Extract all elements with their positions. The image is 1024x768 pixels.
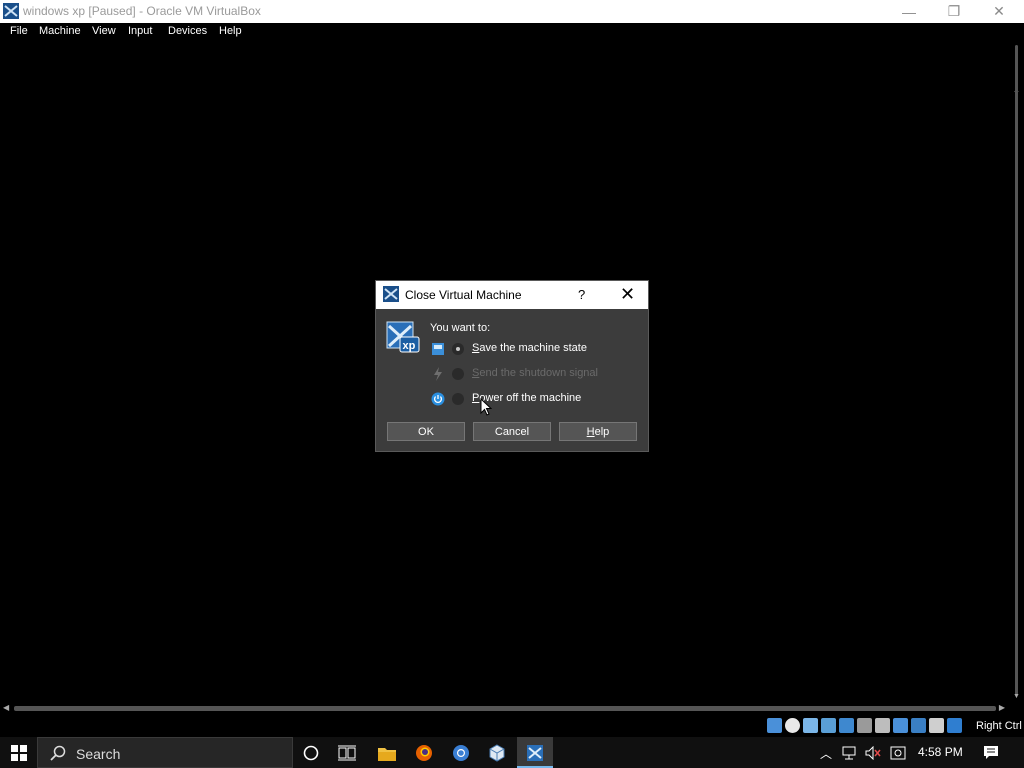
windows-logo-icon xyxy=(10,744,27,761)
cpu-icon[interactable] xyxy=(911,718,926,733)
label-shutdown-signal: Send the shutdown signal xyxy=(472,367,598,379)
network-tray-icon[interactable] xyxy=(842,746,858,760)
menu-input[interactable]: Input xyxy=(128,25,152,37)
close-button[interactable]: ✕ xyxy=(976,0,1022,23)
dialog-titlebar: Close Virtual Machine ? ✕ xyxy=(376,281,648,309)
shared-folders-icon[interactable] xyxy=(857,718,872,733)
cancel-button[interactable]: Cancel xyxy=(473,422,551,441)
taskbar-search-box[interactable]: Search xyxy=(37,737,293,768)
vm-status-bar: Right Ctrl xyxy=(0,715,1024,737)
window-titlebar: windows xp [Paused] - Oracle VM VirtualB… xyxy=(0,0,1024,23)
dialog-help-button[interactable]: ? xyxy=(578,287,585,302)
scroll-left-icon[interactable]: ◀ xyxy=(3,703,9,712)
dialog-close-button[interactable]: ✕ xyxy=(620,284,635,305)
file-explorer-icon[interactable] xyxy=(376,742,398,764)
taskbar-clock[interactable]: 4:58 PM xyxy=(918,745,963,759)
option-power-off[interactable]: Power off the machine xyxy=(431,390,631,410)
windows-taskbar: Search ︿ 4:58 PM xyxy=(0,737,1024,768)
restore-button[interactable]: ❐ xyxy=(931,0,977,23)
mouse-integration-icon[interactable] xyxy=(929,718,944,733)
save-state-icon xyxy=(432,343,444,355)
option-save-state[interactable]: Save the machine state xyxy=(431,340,631,360)
help-button[interactable]: Help xyxy=(559,422,637,441)
audio-icon[interactable] xyxy=(803,718,818,733)
power-off-icon xyxy=(431,392,445,406)
horizontal-scrollbar[interactable]: ◀ ▶ xyxy=(0,702,1011,715)
cortana-icon[interactable] xyxy=(300,742,322,764)
horizontal-scroll-thumb[interactable] xyxy=(14,706,996,711)
radio-power-off[interactable] xyxy=(452,393,464,405)
dialog-prompt: You want to: xyxy=(430,322,491,334)
menu-view[interactable]: View xyxy=(92,25,116,37)
usb-icon[interactable] xyxy=(839,718,854,733)
shutdown-signal-icon xyxy=(434,367,442,381)
virtualbox-dialog-icon xyxy=(383,286,399,302)
minimize-icon: — xyxy=(902,3,916,20)
virtualbox-icon[interactable] xyxy=(486,742,508,764)
radio-shutdown-signal xyxy=(452,368,464,380)
menu-help[interactable]: Help xyxy=(219,25,242,37)
start-button[interactable] xyxy=(0,737,37,768)
dialog-title: Close Virtual Machine xyxy=(405,288,522,302)
network-icon[interactable] xyxy=(821,718,836,733)
ok-button[interactable]: OK xyxy=(387,422,465,441)
minimize-button[interactable]: — xyxy=(886,0,932,23)
task-view-icon[interactable] xyxy=(336,742,358,764)
menu-devices[interactable]: Devices xyxy=(168,25,207,37)
menu-machine[interactable]: Machine xyxy=(39,25,81,37)
vertical-scroll-thumb[interactable] xyxy=(1015,45,1018,695)
firefox-icon[interactable] xyxy=(413,742,435,764)
display-icon[interactable] xyxy=(875,718,890,733)
close-icon: ✕ xyxy=(993,3,1005,19)
show-hidden-icons-chevron[interactable]: ︿ xyxy=(820,745,832,762)
search-icon xyxy=(50,745,66,761)
virtualbox-app-icon xyxy=(3,3,19,19)
keyboard-icon[interactable] xyxy=(947,718,962,733)
action-center-icon[interactable] xyxy=(983,745,999,760)
virtualbox-vm-icon[interactable] xyxy=(524,742,546,764)
radio-save-state[interactable] xyxy=(452,343,464,355)
search-placeholder: Search xyxy=(76,746,121,762)
scroll-down-icon[interactable]: ▼ xyxy=(1013,693,1020,700)
option-shutdown-signal: Send the shutdown signal xyxy=(431,365,631,385)
menu-file[interactable]: File xyxy=(10,25,28,37)
optical-drive-icon[interactable] xyxy=(785,718,800,733)
close-vm-dialog: Close Virtual Machine ? ✕ xp You want to… xyxy=(375,280,649,452)
restore-icon: ❐ xyxy=(947,3,961,19)
video-capture-icon[interactable] xyxy=(893,718,908,733)
volume-muted-icon[interactable] xyxy=(865,746,881,760)
svg-text:xp: xp xyxy=(403,340,416,352)
mouse-cursor-icon xyxy=(480,398,492,416)
chrome-icon[interactable] xyxy=(450,742,472,764)
windows-xp-os-icon: xp xyxy=(386,321,420,353)
vertical-scrollbar[interactable]: ▲ ▼ xyxy=(1011,41,1024,702)
input-indicator-icon[interactable] xyxy=(890,746,906,760)
scroll-right-icon[interactable]: ▶ xyxy=(999,703,1005,712)
label-save-state: Save the machine state xyxy=(472,342,587,354)
menu-bar: File Machine View Input Devices Help xyxy=(0,23,1024,41)
host-key-label: Right Ctrl xyxy=(976,720,1022,732)
window-title: windows xp [Paused] - Oracle VM VirtualB… xyxy=(23,4,261,18)
hard-disk-icon[interactable] xyxy=(767,718,782,733)
